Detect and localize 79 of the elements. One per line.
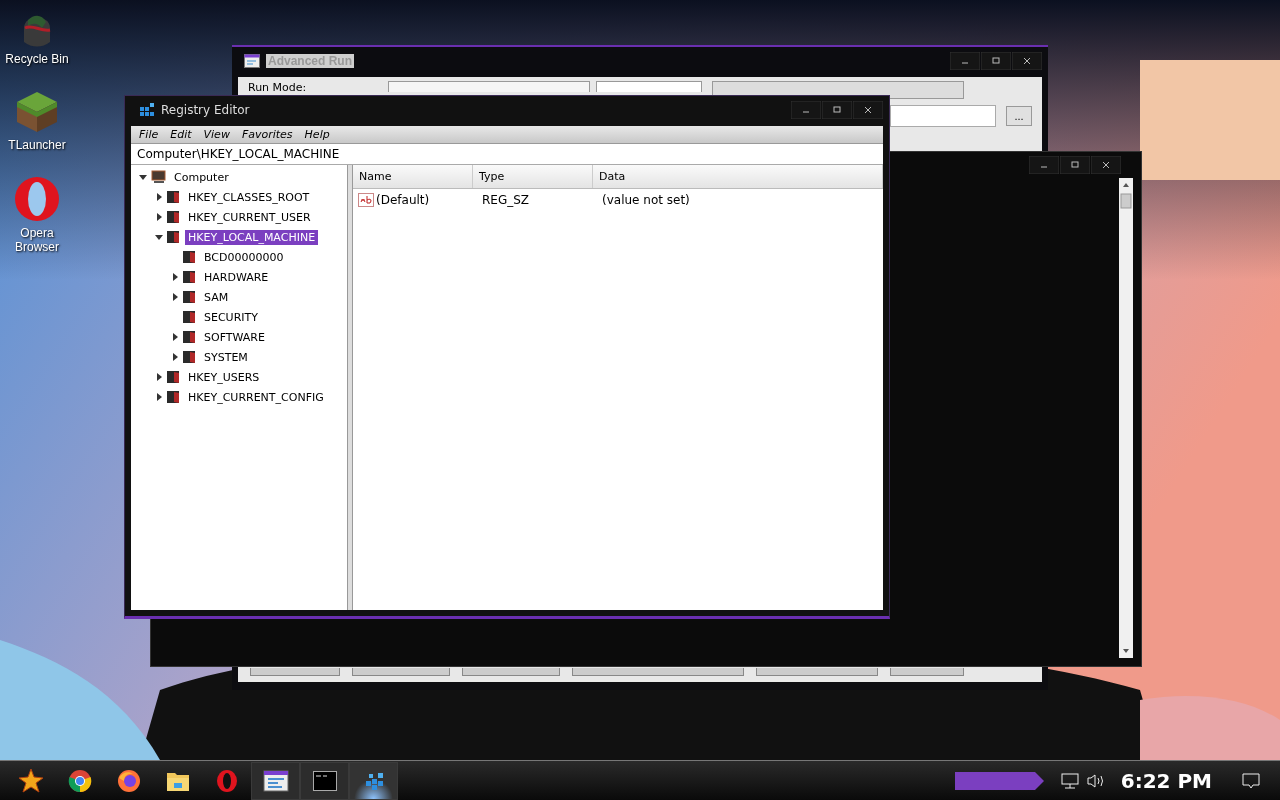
- browse-button[interactable]: ...: [1006, 106, 1032, 126]
- opera-o-icon[interactable]: [14, 176, 60, 222]
- clock[interactable]: 6:22 PM: [1120, 768, 1212, 793]
- taskbar-button[interactable]: [300, 761, 349, 800]
- terminal-icon: [312, 770, 337, 791]
- window-title: Registry Editor: [161, 103, 250, 117]
- menu-item[interactable]: Help: [304, 128, 330, 141]
- tree-item[interactable]: HARDWARE: [201, 269, 272, 285]
- column-header[interactable]: Name: [353, 165, 473, 188]
- menu-item[interactable]: Favorites: [241, 128, 293, 141]
- tree-item[interactable]: HKEY_CURRENT_CONFIG: [185, 389, 327, 405]
- minimize-button[interactable]: [791, 101, 821, 119]
- string-value-icon: [358, 193, 374, 207]
- tree-item[interactable]: SYSTEM: [201, 349, 251, 365]
- menu-item[interactable]: Edit: [170, 128, 192, 141]
- folder-icon: [167, 190, 181, 204]
- folder-icon: [183, 270, 197, 284]
- window-icon: [244, 54, 260, 68]
- desktop-icon-label[interactable]: Recycle Bin: [5, 52, 69, 66]
- collapse-arrow-icon[interactable]: [155, 233, 163, 241]
- notification-icon[interactable]: [1242, 772, 1260, 789]
- tree-item[interactable]: BCD00000000: [201, 249, 287, 265]
- close-button[interactable]: [1012, 52, 1042, 70]
- tree-item[interactable]: HKEY_USERS: [185, 369, 263, 385]
- tree-item[interactable]: HKEY_CLASSES_ROOT: [185, 189, 313, 205]
- window-icon: [262, 769, 289, 792]
- folder-icon: [183, 310, 197, 324]
- fox-globe-icon: [116, 768, 141, 793]
- menu-item[interactable]: File: [139, 128, 159, 141]
- tree-item[interactable]: HKEY_CURRENT_USER: [185, 209, 314, 225]
- column-header[interactable]: Data: [593, 165, 883, 188]
- folder-icon: [167, 230, 181, 244]
- tree-item[interactable]: HKEY_LOCAL_MACHINE: [185, 229, 319, 245]
- tree-item[interactable]: SOFTWARE: [201, 329, 268, 345]
- table-cell-text: (value not set): [601, 193, 690, 207]
- input-field[interactable]: [596, 81, 703, 92]
- close-button[interactable]: [853, 101, 883, 119]
- network-icon[interactable]: [1060, 772, 1079, 789]
- desktop-icon-label[interactable]: Opera Browser: [5, 226, 69, 254]
- column-header[interactable]: Type: [473, 165, 593, 188]
- folder-icon: [167, 370, 181, 384]
- cubes-icon: [139, 102, 155, 118]
- folder-icon: [183, 290, 197, 304]
- expand-arrow-icon[interactable]: [171, 273, 179, 281]
- minimize-button[interactable]: [950, 52, 980, 70]
- tree-item[interactable]: Computer: [171, 169, 232, 185]
- taskbar-button[interactable]: [349, 761, 398, 800]
- expand-arrow-icon[interactable]: [155, 373, 163, 381]
- computer-icon: [151, 170, 167, 184]
- run-mode-dropdown[interactable]: [388, 81, 591, 92]
- expand-arrow-icon[interactable]: [155, 393, 163, 401]
- tree-item[interactable]: SECURITY: [201, 309, 261, 325]
- tree-item[interactable]: SAM: [201, 289, 232, 305]
- folder-icon: [183, 350, 197, 364]
- expand-arrow-icon[interactable]: [171, 293, 179, 301]
- menu-item[interactable]: View: [203, 128, 230, 141]
- folder-icon: [167, 390, 181, 404]
- folder-icon: [183, 330, 197, 344]
- input-field[interactable]: [890, 105, 996, 127]
- minimize-button[interactable]: [1029, 156, 1059, 174]
- chrome-icon: [67, 768, 92, 793]
- folder-icon: [183, 250, 197, 264]
- table-cell: (Default): [376, 193, 430, 207]
- expand-arrow-icon[interactable]: [155, 193, 163, 201]
- star-logo-icon: [17, 767, 44, 794]
- table-cell-text: REG_SZ: [481, 193, 531, 207]
- expand-arrow-icon[interactable]: [155, 213, 163, 221]
- close-button[interactable]: [1091, 156, 1121, 174]
- scrollbar[interactable]: [1119, 178, 1133, 658]
- expand-arrow-icon[interactable]: [171, 353, 179, 361]
- grass-block-icon[interactable]: [15, 90, 59, 134]
- field-label: Run Mode:: [248, 81, 307, 94]
- desktop-icon-label[interactable]: TLauncher: [5, 138, 69, 152]
- volume-icon[interactable]: [1086, 772, 1105, 789]
- expand-arrow-icon[interactable]: [171, 333, 179, 341]
- folder-icon: [167, 210, 181, 224]
- opera-o-icon: [214, 768, 239, 793]
- taskbar-button[interactable]: [251, 761, 300, 800]
- collapse-arrow-icon[interactable]: [139, 173, 147, 181]
